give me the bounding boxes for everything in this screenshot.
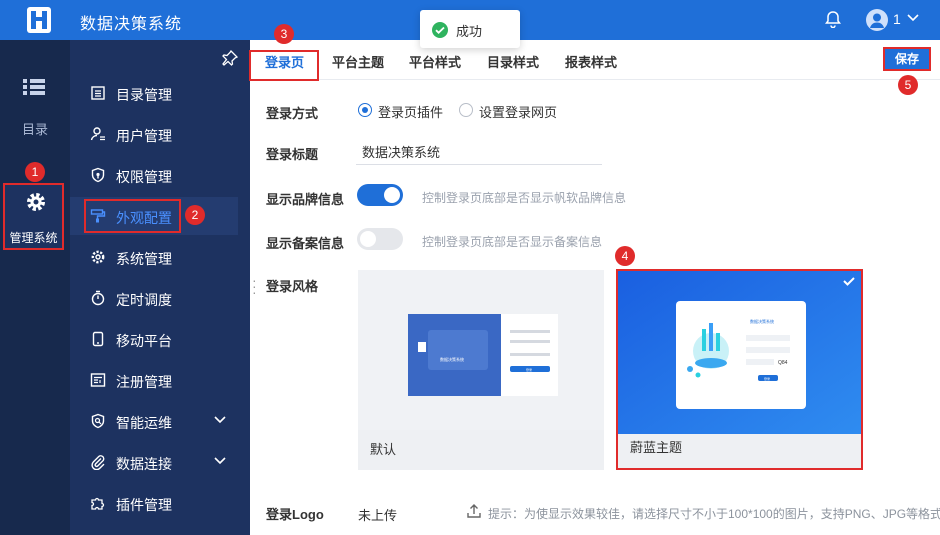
login-title-label: 登录标题 — [266, 147, 319, 162]
show-record-label: 显示备案信息 — [266, 236, 345, 251]
card-label: 蔚蓝主题 — [630, 440, 683, 455]
logo-upload-state: 未上传 — [358, 508, 398, 523]
icon-rail: 目录 管理系统 — [0, 40, 70, 535]
toast-text: 成功 — [456, 24, 483, 39]
menu-item-smart-ops[interactable]: 智能运维 — [70, 402, 238, 440]
chevron-down-icon[interactable] — [213, 456, 227, 466]
menu-item-label: 智能运维 — [116, 415, 172, 431]
annotation-badge-2: 2 — [185, 205, 205, 225]
gear-icon — [27, 193, 45, 211]
highlight-box — [249, 50, 319, 81]
radio-custom-page[interactable] — [459, 103, 473, 117]
preview-button-text: 登录 — [526, 367, 532, 372]
menu-item-label: 用户管理 — [116, 128, 172, 144]
login-title-input[interactable] — [356, 139, 602, 165]
main-content: 登录页 平台主题 平台样式 目录样式 报表样式 保存 登录方式 登录页插件 设置… — [249, 40, 940, 535]
paperclip-icon — [91, 455, 105, 470]
login-style-label: 登录风格 — [266, 279, 319, 294]
menu-item-label: 数据连接 — [116, 456, 172, 472]
default-theme-preview: 数据决策系统 登录 — [358, 270, 604, 430]
avatar[interactable] — [866, 9, 888, 31]
show-record-toggle[interactable] — [357, 228, 403, 250]
check-circle-icon — [432, 22, 448, 38]
chevron-down-icon[interactable] — [213, 415, 227, 425]
login-logo-label: 登录Logo — [266, 507, 324, 522]
shield-icon — [91, 167, 105, 183]
user-avatar-icon — [870, 13, 884, 28]
pin-icon[interactable] — [222, 50, 238, 66]
menu-item-appearance[interactable]: 外观配置 — [70, 197, 238, 235]
annotation-badge-4: 4 — [615, 246, 635, 266]
azure-theme-preview: 数据决策系统 Q84 登录 — [618, 271, 861, 434]
annotation-badge-1: 1 — [25, 162, 45, 182]
admin-menu: 目录管理 用户管理 权限管理 外观配置 系统管理 定时调度 移动平台 注册管理 … — [70, 40, 250, 535]
tab-catalog-style[interactable]: 目录样式 — [487, 52, 539, 71]
menu-item-label: 权限管理 — [116, 169, 172, 185]
paint-roller-icon — [90, 209, 106, 223]
chevron-down-icon[interactable] — [906, 13, 920, 23]
gear-icon — [91, 250, 105, 264]
menu-item-label: 注册管理 — [116, 374, 172, 390]
menu-item-schedule[interactable]: 定时调度 — [70, 279, 238, 317]
login-mode-label: 登录方式 — [266, 106, 319, 121]
save-button[interactable]: 保存 — [883, 47, 931, 71]
preview-title: 数据决策系统 — [750, 318, 774, 324]
menu-item-plugins[interactable]: 插件管理 — [70, 484, 238, 522]
show-record-hint: 控制登录页底部是否显示备案信息 — [422, 235, 603, 249]
stopwatch-icon — [91, 290, 105, 306]
rail-directory-label[interactable]: 目录 — [0, 119, 70, 138]
tab-platform-style[interactable]: 平台样式 — [409, 52, 461, 71]
menu-item-data-connection[interactable]: 数据连接 — [70, 443, 238, 481]
bell-icon[interactable] — [824, 10, 842, 28]
register-icon — [90, 373, 106, 387]
user-icon — [90, 127, 105, 141]
shield-search-icon — [91, 413, 105, 429]
catalog-icon — [91, 86, 105, 100]
preview-button-text: 登录 — [764, 376, 770, 381]
app-title: 数据决策系统 — [80, 16, 183, 33]
menu-item-label: 外观配置 — [116, 210, 172, 226]
menu-item-system[interactable]: 系统管理 — [70, 238, 238, 276]
tab-platform-theme[interactable]: 平台主题 — [332, 52, 384, 71]
menu-item-register[interactable]: 注册管理 — [70, 361, 238, 399]
menu-item-label: 插件管理 — [116, 497, 172, 513]
tab-report-style[interactable]: 报表样式 — [565, 52, 617, 71]
radio-login-plugin[interactable] — [358, 103, 372, 117]
app-logo-icon — [27, 7, 51, 33]
radio-label[interactable]: 登录页插件 — [378, 102, 443, 121]
mobile-icon — [92, 331, 104, 347]
style-card-default[interactable]: 数据决策系统 登录 默认 — [358, 270, 604, 470]
menu-item-mobile[interactable]: 移动平台 — [70, 320, 238, 358]
menu-item-label: 移动平台 — [116, 333, 172, 349]
tab-bar: 登录页 平台主题 平台样式 目录样式 报表样式 保存 — [249, 40, 940, 81]
upload-icon[interactable] — [466, 503, 482, 519]
menu-item-users[interactable]: 用户管理 — [70, 115, 238, 153]
rail-admin-system[interactable]: 管理系统 — [3, 183, 64, 250]
upload-hint: 提示：为使显示效果较佳，请选择尺寸不小于100*100的图片，支持PNG、JPG… — [488, 507, 940, 521]
show-brand-hint: 控制登录页底部是否显示帆软品牌信息 — [422, 191, 627, 205]
resize-handle[interactable]: · · · — [252, 273, 257, 299]
rail-admin-label: 管理系统 — [9, 231, 58, 245]
user-name[interactable]: 1 — [893, 11, 901, 27]
radio-label[interactable]: 设置登录网页 — [479, 102, 557, 121]
show-brand-toggle[interactable] — [357, 184, 403, 206]
annotation-badge-3: 3 — [274, 24, 294, 44]
menu-item-label: 系统管理 — [116, 251, 172, 267]
menu-item-label: 定时调度 — [116, 292, 172, 308]
preview-title: 数据决策系统 — [440, 356, 464, 362]
menu-item-catalog[interactable]: 目录管理 — [70, 74, 238, 112]
style-card-azure[interactable]: 数据决策系统 Q84 登录 蔚蓝主题 — [616, 269, 863, 470]
check-icon — [843, 277, 855, 286]
card-label: 默认 — [370, 442, 397, 457]
annotation-badge-5: 5 — [898, 75, 918, 95]
preview-captcha: Q84 — [778, 360, 788, 366]
success-toast: 成功 — [420, 10, 520, 48]
show-brand-label: 显示品牌信息 — [266, 192, 345, 207]
menu-item-label: 目录管理 — [116, 87, 172, 103]
list-icon[interactable] — [23, 78, 45, 96]
menu-item-permissions[interactable]: 权限管理 — [70, 156, 238, 194]
puzzle-icon — [91, 497, 105, 510]
